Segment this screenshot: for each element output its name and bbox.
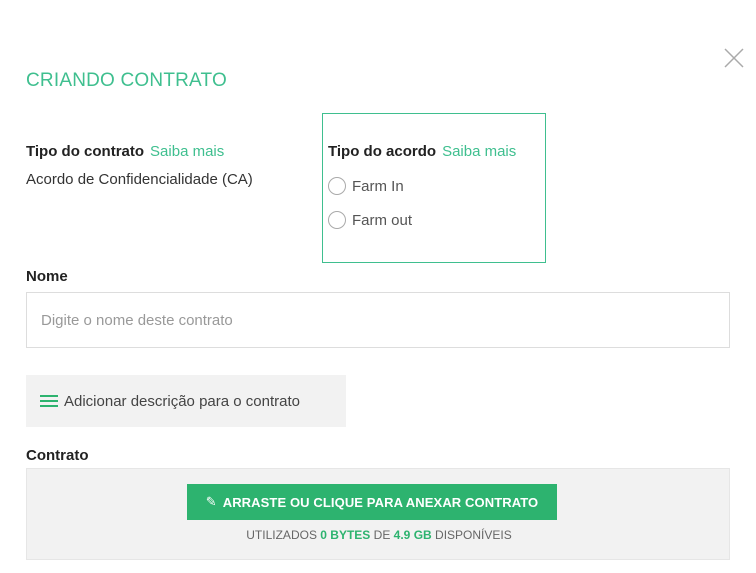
upload-button-label: ARRASTE OU CLIQUE PARA ANEXAR CONTRATO	[222, 494, 539, 510]
tipo-contrato-section: Tipo do contrato Saiba mais Acordo de Con…	[26, 143, 253, 188]
usage-mid: DE	[373, 528, 391, 542]
upload-button[interactable]: ✎ ARRASTE OU CLIQUE PARA ANEXAR CONTRATO	[187, 484, 557, 520]
add-description-button[interactable]: Adicionar descrição para o contrato	[26, 375, 346, 427]
tipo-acordo-saiba-mais-link[interactable]: Saiba mais	[442, 143, 516, 160]
tipo-acordo-header: Tipo do acordo Saiba mais	[328, 143, 516, 161]
usage-suffix: DISPONÍVEIS	[435, 528, 512, 542]
tipo-contrato-label: Tipo do contrato	[26, 143, 145, 160]
paperclip-icon: ✎	[205, 494, 217, 509]
radio-farm-in[interactable]: Farm In	[328, 177, 404, 195]
nome-label: Nome	[26, 268, 68, 285]
list-icon	[40, 395, 58, 407]
upload-dropzone[interactable]: ✎ ARRASTE OU CLIQUE PARA ANEXAR CONTRATO…	[26, 468, 730, 560]
tipo-contrato-value: Acordo de Confidencialidade (CA)	[26, 171, 253, 188]
close-button[interactable]	[722, 46, 746, 70]
contrato-label: Contrato	[26, 447, 89, 464]
usage-prefix: UTILIZADOS	[246, 528, 317, 542]
storage-usage: UTILIZADOS 0 BYTES DE 4.9 GB DISPONÍVEIS	[27, 528, 731, 542]
radio-farm-out[interactable]: Farm out	[328, 211, 412, 229]
usage-used: 0 BYTES	[320, 528, 371, 542]
radio-circle-icon[interactable]	[328, 211, 346, 229]
close-icon	[724, 48, 744, 68]
add-description-label: Adicionar descrição para o contrato	[64, 392, 300, 410]
modal-title: CRIANDO CONTRATO	[26, 70, 227, 91]
radio-farm-in-label: Farm In	[352, 177, 404, 195]
radio-farm-out-label: Farm out	[352, 211, 413, 229]
radio-circle-icon[interactable]	[328, 177, 346, 195]
tipo-contrato-saiba-mais-link[interactable]: Saiba mais	[150, 143, 224, 160]
tipo-acordo-label: Tipo do acordo	[328, 143, 437, 160]
usage-total: 4.9 GB	[393, 528, 432, 542]
nome-input[interactable]	[26, 292, 730, 348]
